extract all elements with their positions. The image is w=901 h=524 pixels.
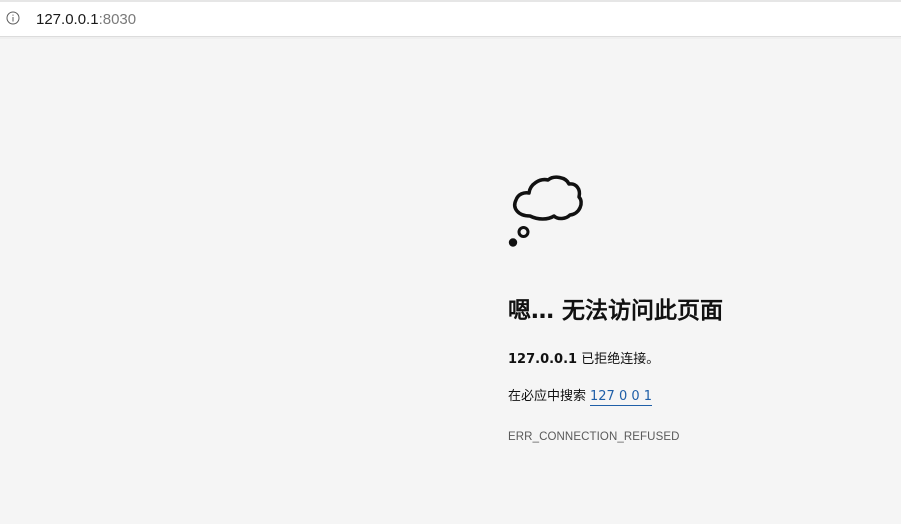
url-text[interactable]: 127.0.0.1:8030 bbox=[36, 10, 136, 30]
url-port: :8030 bbox=[98, 11, 137, 28]
search-suggestion: 在必应中搜索 127 0 0 1 bbox=[508, 387, 653, 407]
error-code: ERR_CONNECTION_REFUSED bbox=[508, 431, 680, 443]
bing-search-link[interactable]: 127 0 0 1 bbox=[590, 389, 653, 406]
info-icon[interactable] bbox=[6, 11, 20, 25]
search-prefix: 在必应中搜索 bbox=[508, 389, 587, 404]
refused-host: 127.0.0.1 bbox=[508, 352, 578, 367]
thought-cloud-icon bbox=[508, 175, 583, 247]
url-host: 127.0.0.1 bbox=[36, 11, 99, 28]
page-title: 嗯… 无法访问此页面 bbox=[508, 298, 724, 324]
connection-refused-message: 127.0.0.1 已拒绝连接。 bbox=[508, 350, 659, 370]
refused-text: 已拒绝连接。 bbox=[577, 352, 660, 367]
address-bar[interactable]: 127.0.0.1:8030 bbox=[0, 2, 901, 37]
toolbar-shadow bbox=[0, 37, 901, 39]
